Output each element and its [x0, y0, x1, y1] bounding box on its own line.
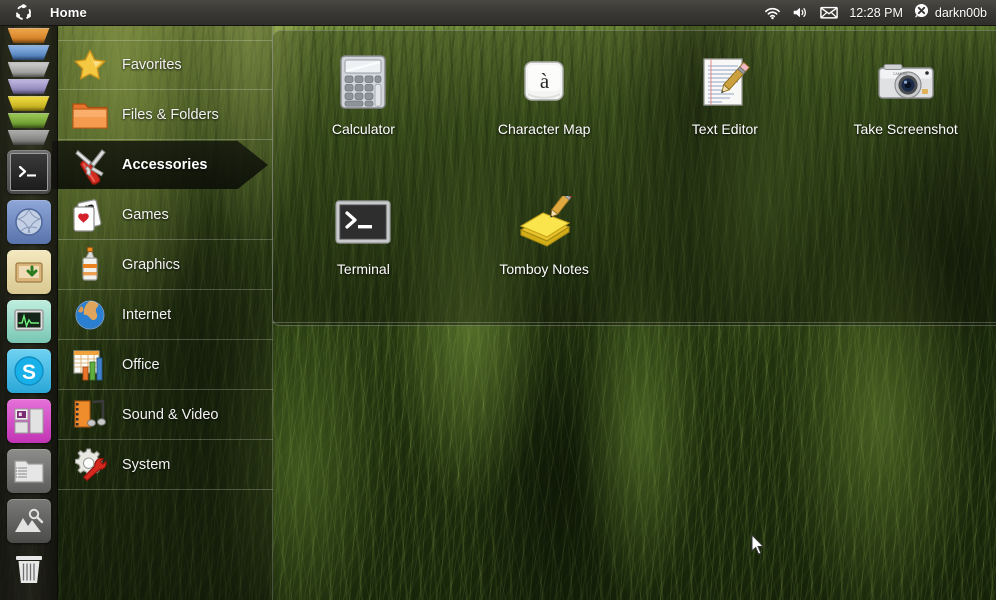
app-label: Tomboy Notes — [499, 261, 589, 277]
trash-launcher-icon[interactable] — [7, 546, 51, 590]
terminal-launcher-icon[interactable] — [6, 149, 51, 194]
app-label: Calculator — [331, 121, 395, 137]
dash-category-favorites[interactable]: Favorites — [58, 40, 273, 90]
dash-category-graphics[interactable]: Graphics — [58, 240, 273, 290]
app-label: Text Editor — [691, 121, 758, 137]
dash-category-list: Favorites Files & Folders Accessories Ga… — [52, 40, 273, 490]
dash-category-label: Accessories — [122, 156, 208, 173]
folded-launcher-item-5[interactable] — [4, 95, 54, 112]
dash-category-label: System — [122, 456, 171, 473]
unity-launcher: S — [0, 26, 58, 600]
graphics-app-launcher-icon[interactable] — [6, 499, 51, 544]
app-calculator[interactable]: Calculator — [278, 53, 448, 137]
skype-launcher-icon[interactable]: S — [6, 349, 51, 394]
dash-category-panel: Favorites Files & Folders Accessories Ga… — [52, 26, 273, 600]
folded-launcher-item-6[interactable] — [4, 112, 54, 129]
clock[interactable]: 12:28 PM — [849, 6, 903, 20]
wifi-icon[interactable] — [764, 6, 781, 20]
dash-category-system[interactable]: System — [58, 440, 273, 490]
text-editor-icon — [696, 53, 754, 111]
app-tomboy-notes[interactable]: Tomboy Notes — [459, 193, 629, 277]
star-icon — [64, 43, 116, 87]
app-label: Take Screenshot — [853, 121, 958, 137]
page-title: Home — [50, 5, 87, 20]
spreadsheet-chart-icon — [64, 343, 116, 387]
folded-launcher-item-2[interactable] — [4, 44, 54, 61]
dash-category-office[interactable]: Office — [58, 340, 273, 390]
folded-launcher-item-1[interactable] — [4, 28, 54, 44]
username-label: darkn00b — [934, 5, 987, 20]
volume-icon[interactable] — [792, 5, 809, 20]
ubuntu-logo-icon[interactable] — [0, 4, 46, 21]
globe-icon — [64, 293, 116, 337]
app-terminal[interactable]: Terminal — [278, 193, 448, 277]
user-session-icon — [914, 3, 929, 23]
app-character-map[interactable]: à Character Map — [459, 53, 629, 137]
gear-wrench-icon — [64, 443, 116, 487]
app-label: Character Map — [497, 121, 591, 137]
folder-icon — [64, 93, 116, 137]
dash-category-label: Files & Folders — [122, 106, 219, 123]
svg-text:CAMERA: CAMERA — [893, 72, 908, 76]
dash-category-sound-and-video[interactable]: Sound & Video — [58, 390, 273, 440]
app-label: Terminal — [336, 261, 390, 277]
tomboy-notes-icon — [515, 193, 574, 251]
terminal-icon — [334, 193, 392, 251]
dash-category-accessories[interactable]: Accessories — [52, 140, 273, 190]
app-text-editor[interactable]: Text Editor — [640, 53, 810, 137]
dash-category-games[interactable]: Games — [58, 190, 273, 240]
folded-launcher-item-3[interactable] — [4, 61, 54, 78]
film-music-icon — [64, 393, 116, 437]
dash-category-files-and-folders[interactable]: Files & Folders — [58, 90, 273, 140]
session-menu[interactable]: darkn00b — [914, 3, 987, 23]
media-app-launcher-icon[interactable] — [6, 399, 51, 444]
calculator-icon — [334, 53, 392, 111]
paint-tube-icon — [64, 243, 116, 287]
swiss-army-knife-icon — [64, 143, 116, 187]
files-launcher-icon[interactable] — [6, 449, 51, 494]
software-center-launcher-icon[interactable] — [6, 249, 51, 294]
dash-category-label: Sound & Video — [122, 406, 219, 423]
dash-category-label: Graphics — [122, 256, 181, 273]
dash-category-internet[interactable]: Internet — [58, 290, 273, 340]
playing-cards-icon — [64, 193, 116, 237]
dash-results-divider — [272, 322, 996, 323]
folded-launcher-item-4[interactable] — [4, 78, 54, 95]
character-map-icon: à — [515, 53, 573, 111]
app-take-screenshot[interactable]: CAMERA Take Screenshot — [821, 53, 991, 137]
dash-category-label: Games — [122, 206, 169, 223]
camera-icon: CAMERA — [877, 53, 935, 111]
dash-category-label: Internet — [122, 306, 172, 323]
messaging-envelope-icon[interactable] — [820, 6, 839, 19]
application-grid: Calculator à Character Map Text Editor C… — [273, 31, 996, 325]
desktop-screen: Home 12:28 PM darkn00b S Favorites Files… — [0, 0, 996, 600]
firefox-launcher-icon[interactable] — [6, 199, 51, 244]
system-monitor-launcher-icon[interactable] — [6, 299, 51, 344]
dash-overlay: Favorites Files & Folders Accessories Ga… — [52, 26, 996, 600]
svg-text:S: S — [21, 361, 35, 384]
svg-text:à: à — [540, 69, 550, 93]
folded-launcher-item-7[interactable] — [4, 129, 54, 146]
dash-category-label: Office — [122, 356, 160, 373]
dash-category-label: Favorites — [122, 57, 182, 73]
dash-results-panel: Calculator à Character Map Text Editor C… — [272, 30, 996, 326]
top-panel: Home 12:28 PM darkn00b — [0, 0, 996, 26]
indicator-area: 12:28 PM darkn00b — [764, 3, 996, 23]
